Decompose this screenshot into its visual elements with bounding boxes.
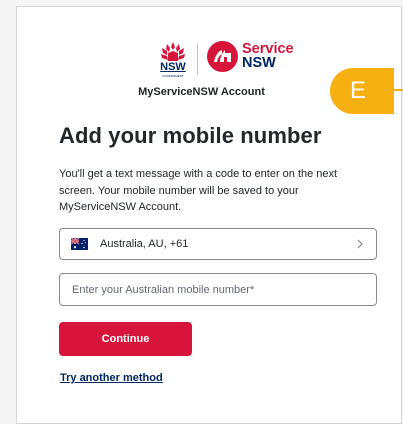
nsw-logo-subtext: GOVERNMENT	[162, 74, 184, 78]
page-title: Add your mobile number	[59, 123, 322, 148]
service-nsw-logo-mark	[207, 41, 238, 72]
header-logos: NSW GOVERNMENT Service NSW	[158, 41, 294, 85]
page-description: You'll get a text message with a code to…	[59, 168, 338, 213]
nsw-logo-text: NSW	[160, 61, 186, 73]
continue-button[interactable]: Continue	[59, 322, 192, 356]
try-another-method-link[interactable]: Try another method	[60, 372, 163, 384]
service-nsw-line1: Service	[242, 41, 294, 57]
logo-divider	[197, 43, 198, 75]
annotation-marker: E	[330, 68, 394, 114]
australia-flag-icon	[71, 238, 88, 250]
service-nsw-icon	[207, 41, 238, 72]
annotation-pointer-line	[394, 89, 403, 91]
country-code-select[interactable]: Australia, AU, +61	[59, 228, 377, 260]
chevron-right-icon	[357, 239, 363, 249]
country-value: Australia, AU, +61	[100, 238, 189, 250]
service-nsw-wordmark: Service NSW	[242, 41, 294, 71]
mobile-number-input[interactable]	[59, 273, 377, 306]
service-nsw-line2: NSW	[242, 55, 276, 71]
nsw-government-logo: NSW GOVERNMENT	[158, 41, 188, 81]
